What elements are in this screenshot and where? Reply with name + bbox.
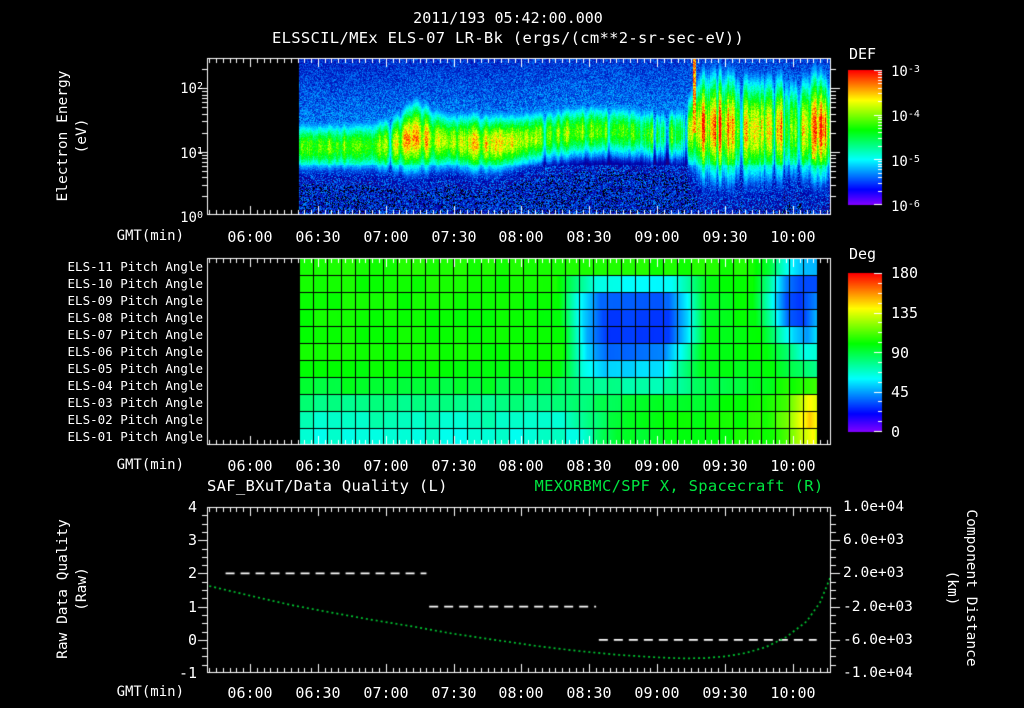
pitch-row-label: ELS-02 Pitch Angle [67, 412, 203, 427]
def-colorbar-tick-label: 10-6 [891, 199, 920, 215]
time-tick-label: 07:00 [363, 457, 409, 475]
time-tick-label: 08:00 [498, 457, 544, 475]
els-science-plot-page: { "header": { "date_title": "2011/193 05… [0, 0, 1024, 708]
time-tick-label: 07:00 [363, 228, 409, 246]
time-tick-label: 06:30 [295, 228, 341, 246]
energy-axis-title-line1: Electron Energy [55, 70, 71, 202]
energy-axis-title-line2: (eV) [74, 118, 90, 154]
distance-axis-tick-label: 1.0e+04 [843, 499, 905, 515]
pitch-row-label: ELS-07 Pitch Angle [67, 327, 203, 342]
pitch-row-label: ELS-10 Pitch Angle [67, 276, 203, 291]
energy-axis-tick-label: 100 [180, 210, 203, 226]
time-tick-labels-top: 06:00 06:30 07:00 07:30 08:00 08:30 09:00 09:30… [207, 228, 831, 246]
def-colorbar-tick-label: 10-5 [891, 154, 920, 170]
pitch-row-label: ELS-01 Pitch Angle [67, 429, 203, 444]
pitch-row-label: ELS-04 Pitch Angle [67, 378, 203, 393]
time-tick-label: 06:30 [295, 684, 341, 702]
time-tick-label: 08:30 [566, 457, 612, 475]
pitch-row-label: ELS-11 Pitch Angle [67, 259, 203, 274]
time-tick-label: 10:00 [770, 228, 816, 246]
pitch-row-label: ELS-08 Pitch Angle [67, 310, 203, 325]
quality-axis-title-line1: Raw Data Quality [55, 519, 71, 659]
time-tick-label: 09:30 [702, 457, 748, 475]
quality-axis-tick-label: -1 [178, 663, 197, 682]
quality-axis-tick-label: 0 [187, 630, 197, 649]
pitch-row-label: ELS-05 Pitch Angle [67, 361, 203, 376]
distance-axis-tick-label: -2.0e+03 [843, 598, 913, 615]
quality-axis-ticks: 4 3 2 1 0 -1 [131, 499, 197, 681]
time-tick-label: 07:30 [431, 457, 477, 475]
quality-axis-tick-label: 3 [187, 531, 197, 550]
time-tick-label: 06:00 [227, 228, 273, 246]
time-tick-label: 09:00 [634, 684, 680, 702]
distance-axis-tick-label: 6.0e+03 [843, 532, 905, 549]
quality-axis-tick-label: 1 [187, 597, 197, 616]
distance-axis-title: Component Distance (km) [942, 509, 980, 666]
plot-title: ELSSCIL/MEx ELS-07 LR-Bk (ergs/(cm**2-sr… [272, 29, 744, 47]
gmt-axis-label-middle: GMT(min) [116, 457, 184, 473]
energy-axis-ticks: 102 101 100 [131, 79, 203, 226]
time-tick-label: 08:00 [498, 684, 544, 702]
quality-axis-tick-label: 2 [187, 564, 197, 583]
distance-axis-tick-label: -1.0e+04 [843, 664, 913, 681]
pitch-row-label: ELS-09 Pitch Angle [67, 293, 203, 308]
distance-axis-title-line2: (km) [944, 570, 960, 606]
distance-axis-tick-label: 2.0e+03 [843, 565, 905, 582]
distance-axis-title-line1: Component Distance [963, 509, 979, 667]
deg-colorbar-ticks: 180 135 90 45 0 [891, 265, 918, 440]
def-colorbar-tick-label: 10-4 [891, 109, 920, 125]
time-tick-label: 08:00 [498, 228, 544, 246]
gmt-axis-label-top: GMT(min) [116, 228, 184, 244]
time-tick-labels-middle: 06:00 06:30 07:00 07:30 08:00 08:30 09:00 09:30… [207, 457, 831, 475]
deg-colorbar-tick-label: 135 [891, 303, 919, 322]
energy-axis-title: Electron Energy (eV) [54, 71, 92, 202]
deg-colorbar-tick-label: 180 [891, 264, 919, 282]
time-tick-label: 10:00 [770, 684, 816, 702]
time-tick-label: 06:30 [295, 457, 341, 475]
deg-colorbar-tick-label: 90 [891, 343, 910, 362]
time-tick-label: 09:00 [634, 228, 680, 246]
time-tick-label: 09:30 [702, 684, 748, 702]
quality-axis-tick-label: 4 [187, 498, 197, 516]
time-tick-label: 08:30 [566, 684, 612, 702]
time-tick-label: 09:30 [702, 228, 748, 246]
pitch-row-label: ELS-06 Pitch Angle [67, 344, 203, 359]
time-tick-label: 07:00 [363, 684, 409, 702]
spacecraft-series-title: MEXORBMC/SPF X, Spacecraft (R) [534, 477, 824, 495]
date-title: 2011/193 05:42:00.000 [413, 9, 603, 27]
time-tick-labels-bottom: 06:00 06:30 07:00 07:30 08:00 08:30 09:00 09:30… [207, 684, 831, 702]
def-colorbar-title: DEF [849, 45, 877, 63]
time-tick-label: 07:30 [431, 684, 477, 702]
energy-axis-tick-label: 101 [180, 145, 203, 162]
def-colorbar-tick-label: 10-3 [891, 64, 920, 80]
deg-colorbar-title: Deg [849, 245, 877, 263]
gmt-axis-label-bottom: GMT(min) [116, 684, 184, 700]
pitch-row-labels: ELS-11 Pitch Angle ELS-10 Pitch Angle ELS-… [60, 258, 203, 445]
quality-axis-title: Raw Data Quality (Raw) [54, 519, 92, 659]
time-tick-label: 06:00 [227, 457, 273, 475]
time-tick-label: 06:00 [227, 684, 273, 702]
time-tick-label: 08:30 [566, 228, 612, 246]
time-tick-label: 07:30 [431, 228, 477, 246]
distance-axis-ticks: 1.0e+04 6.0e+03 2.0e+03 -2.0e+03 -6.0e+03 -1.… [843, 499, 913, 681]
time-tick-label: 09:00 [634, 457, 680, 475]
energy-axis-tick-label: 102 [180, 81, 203, 97]
pitch-row-label: ELS-03 Pitch Angle [67, 395, 203, 410]
def-colorbar-ticks: 10-3 10-4 10-5 10-6 [891, 62, 920, 215]
deg-colorbar-tick-label: 45 [891, 383, 910, 402]
time-tick-label: 10:00 [770, 457, 816, 475]
distance-axis-tick-label: -6.0e+03 [843, 631, 913, 648]
quality-series-title: SAF_BXuT/Data Quality (L) [207, 477, 448, 495]
quality-axis-title-line2: (Raw) [74, 567, 90, 611]
deg-colorbar-tick-label: 0 [891, 423, 901, 441]
